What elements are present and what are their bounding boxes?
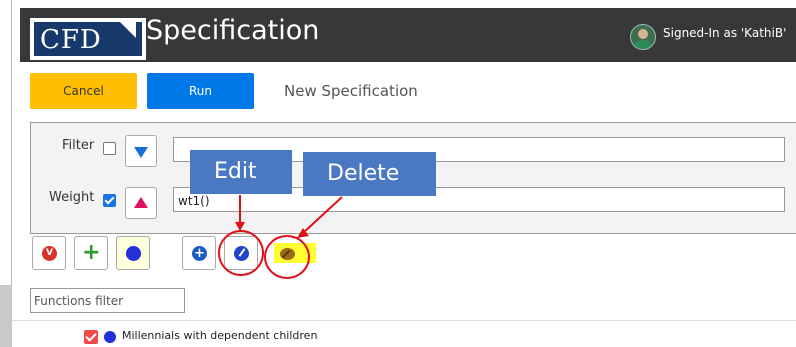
list-separator — [12, 320, 796, 321]
edit-arrowhead — [235, 222, 245, 231]
delete-arrow — [302, 196, 343, 234]
list-item-dot-icon — [104, 331, 116, 343]
list-item[interactable]: Millennials with dependent children — [122, 329, 317, 342]
functions-filter-input[interactable]: Functions filter — [30, 288, 185, 313]
list-item-checkbox[interactable] — [84, 330, 98, 344]
